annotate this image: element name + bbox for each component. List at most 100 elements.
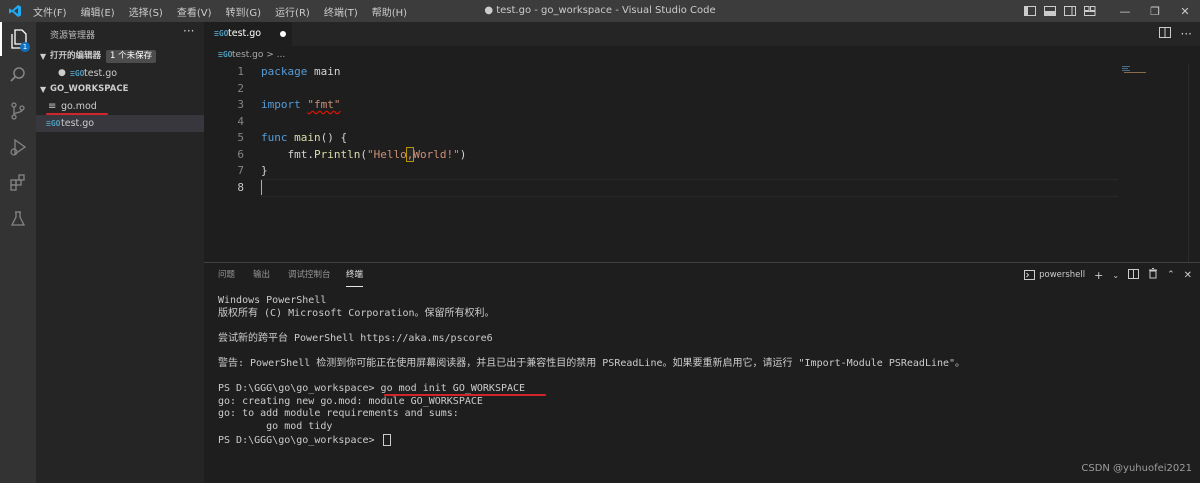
open-editor-item[interactable]: ● ≡GO test.go xyxy=(36,65,204,82)
minimize-icon[interactable]: — xyxy=(1110,0,1140,22)
code-line-7: } xyxy=(261,164,268,177)
menu-view[interactable]: 查看(V) xyxy=(176,4,213,19)
menu-bar: 文件(F) 编辑(E) 选择(S) 查看(V) 转到(G) 运行(R) 终端(T… xyxy=(32,0,408,22)
testing-icon[interactable] xyxy=(0,202,36,236)
unsaved-dot-icon[interactable] xyxy=(280,31,286,37)
extensions-icon[interactable] xyxy=(0,166,36,200)
search-icon[interactable] xyxy=(0,58,36,92)
explorer-sidebar: 资源管理器 ··· ▼ 打开的编辑器 1 个未保存 ● ≡GO test.go … xyxy=(36,22,204,483)
terminal-output[interactable]: Windows PowerShell 版权所有 (C) Microsoft Co… xyxy=(218,295,965,446)
restore-icon[interactable]: ❐ xyxy=(1140,0,1170,22)
tab-terminal[interactable]: 终端 xyxy=(346,263,364,287)
close-panel-icon[interactable]: ✕ xyxy=(1184,270,1192,281)
terminal-prompt: PS D:\GGG\go\go_workspace> xyxy=(218,434,381,446)
breadcrumb-rest: > ... xyxy=(266,50,286,60)
tab-label: test.go xyxy=(228,28,262,39)
menu-go[interactable]: 转到(G) xyxy=(225,4,263,19)
terminal-selector[interactable]: powershell xyxy=(1024,270,1085,280)
line-number: 3 xyxy=(237,98,244,111)
go-file-icon: ≡GO xyxy=(218,50,233,59)
toggle-sidebar-icon[interactable] xyxy=(1022,3,1038,19)
source-control-icon[interactable] xyxy=(0,94,36,128)
terminal-prompt-line: PS D:\GGG\go\go_workspace> xyxy=(218,433,965,447)
breadcrumb: ≡GO test.go > ... xyxy=(204,46,1200,64)
explorer-icon[interactable]: 1 xyxy=(0,22,36,56)
annotation-underline xyxy=(46,113,108,115)
editor-scrollbar[interactable] xyxy=(1188,64,1200,262)
minimap[interactable] xyxy=(1118,64,1190,262)
maximize-panel-icon[interactable]: ⌃ xyxy=(1167,270,1175,280)
terminal-line: 警告: PowerShell 检测到你可能正在使用屏幕阅读器，并且已出于兼容性目… xyxy=(218,357,966,369)
explorer-badge: 1 xyxy=(20,42,30,52)
chevron-down-icon: ▼ xyxy=(40,85,47,94)
menu-selection[interactable]: 选择(S) xyxy=(128,4,164,19)
go-file-icon: ≡GO xyxy=(46,119,61,128)
code-line-1: package main xyxy=(261,65,341,78)
tab-test-go[interactable]: ≡GO test.go xyxy=(204,22,292,46)
split-editor-icon[interactable] xyxy=(1158,27,1171,41)
workspace-label: GO_WORKSPACE xyxy=(50,84,129,94)
terminal-line: PS D:\GGG\go\go_workspace> go mod init G… xyxy=(218,383,526,395)
file-item-test-go[interactable]: ≡GO test.go xyxy=(36,115,204,132)
toggle-secondary-sidebar-icon[interactable] xyxy=(1062,3,1078,19)
line-number: 6 xyxy=(237,147,244,161)
more-actions-icon[interactable]: ··· xyxy=(183,24,194,38)
editor-tab-bar: ≡GO test.go ··· xyxy=(204,22,1200,46)
terminal-icon xyxy=(1024,270,1036,280)
line-number: 1 xyxy=(237,65,244,78)
menu-edit[interactable]: 编辑(E) xyxy=(80,4,116,19)
annotation-underline xyxy=(384,394,546,396)
go-file-icon: ≡GO xyxy=(70,69,85,78)
vscode-logo-icon xyxy=(9,5,21,17)
chevron-down-icon[interactable]: ⌄ xyxy=(1112,271,1119,280)
menu-help[interactable]: 帮助(H) xyxy=(371,4,408,19)
chevron-down-icon: ▼ xyxy=(40,52,47,61)
terminal-name: powershell xyxy=(1039,270,1086,280)
code-line-3: import "fmt" xyxy=(261,98,341,111)
title-bar: 文件(F) 编辑(E) 选择(S) 查看(V) 转到(G) 运行(R) 终端(T… xyxy=(0,0,1200,22)
tab-debug-console[interactable]: 调试控制台 xyxy=(288,263,331,287)
terminal-line: go: creating new go.mod: module GO_WORKS… xyxy=(218,395,483,407)
activity-bar: 1 xyxy=(0,22,36,483)
split-terminal-icon[interactable] xyxy=(1128,268,1140,282)
menu-file[interactable]: 文件(F) xyxy=(32,4,68,19)
menu-run[interactable]: 运行(R) xyxy=(274,4,311,19)
text-cursor xyxy=(261,180,262,195)
tab-output[interactable]: 输出 xyxy=(253,263,270,287)
current-line-highlight xyxy=(260,179,1118,197)
sidebar-title: 资源管理器 xyxy=(50,31,96,41)
terminal-line: 版权所有 (C) Microsoft Corporation。保留所有权利。 xyxy=(218,307,495,319)
line-number: 4 xyxy=(237,114,244,128)
run-debug-icon[interactable] xyxy=(0,130,36,164)
close-icon[interactable]: ✕ xyxy=(1170,0,1200,22)
tab-problems[interactable]: 问题 xyxy=(218,263,235,287)
unsaved-badge: 1 个未保存 xyxy=(106,50,157,63)
line-number: 5 xyxy=(237,131,244,144)
terminal-line: Windows PowerShell xyxy=(218,295,327,306)
line-number: 7 xyxy=(237,164,244,177)
menu-terminal[interactable]: 终端(T) xyxy=(323,4,359,19)
line-number: 8 xyxy=(237,180,244,194)
open-editors-label: 打开的编辑器 xyxy=(50,51,102,61)
terminal-line: go: to add module requirements and sums: xyxy=(218,408,459,420)
trash-icon[interactable] xyxy=(1148,268,1158,282)
customize-layout-icon[interactable] xyxy=(1082,3,1098,19)
go-file-icon: ≡GO xyxy=(214,29,229,38)
plus-icon[interactable]: + xyxy=(1094,269,1103,282)
workspace-header[interactable]: ▼ GO_WORKSPACE xyxy=(36,81,204,98)
code-line-5: func main() { xyxy=(261,131,348,144)
code-editor[interactable]: 1 2 3 4 5 6 7 8 package main import "fmt… xyxy=(204,64,1200,262)
bottom-panel: 问题 输出 调试控制台 终端 powershell + ⌄ ⌃ ✕ Window… xyxy=(204,262,1200,483)
unsaved-dot-icon: ● xyxy=(58,68,66,78)
open-editors-header[interactable]: ▼ 打开的编辑器 1 个未保存 xyxy=(36,48,204,65)
terminal-line: 尝试新的跨平台 PowerShell https://aka.ms/pscore… xyxy=(218,332,493,344)
more-actions-icon[interactable]: ··· xyxy=(1181,27,1192,41)
terminal-line: go mod tidy xyxy=(218,420,333,432)
breadcrumb-file[interactable]: test.go > ... xyxy=(232,46,285,64)
code-line-6: fmt.Println("Hello,World!") xyxy=(261,146,467,162)
watermark: CSDN @yuhuofei2021 xyxy=(1081,463,1192,474)
open-editor-label: test.go xyxy=(84,68,118,79)
toggle-panel-icon[interactable] xyxy=(1042,3,1058,19)
